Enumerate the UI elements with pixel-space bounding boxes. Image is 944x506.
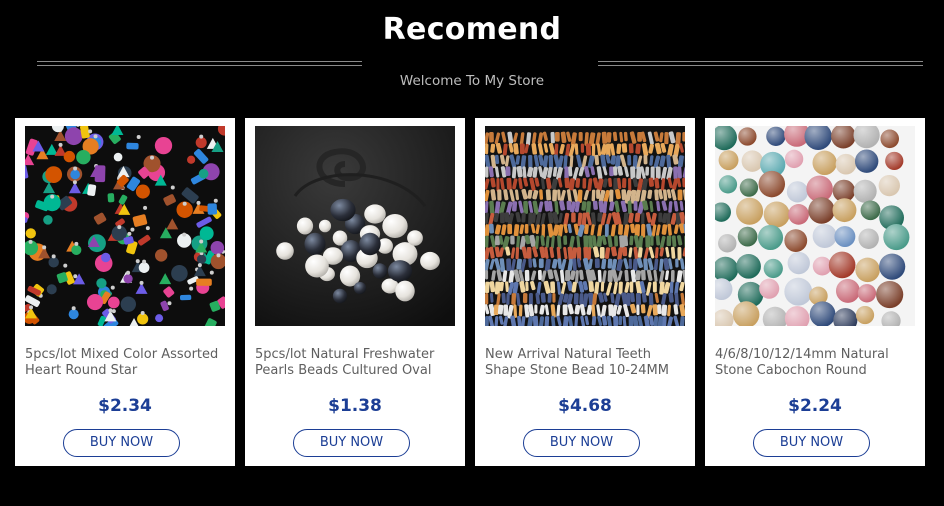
product-price: $2.24 — [788, 396, 842, 416]
product-image[interactable] — [715, 126, 915, 326]
buy-now-button[interactable]: BUY NOW — [293, 429, 410, 457]
freshwater-pearls-image — [255, 126, 455, 326]
section-subtitle: Welcome To My Store — [399, 73, 545, 89]
recommend-header: Recomend Welcome To My Store — [0, 0, 944, 110]
mixed-stone-pendants-image — [25, 126, 225, 326]
product-name[interactable]: 5pcs/lot Mixed Color Assorted Heart Roun… — [25, 347, 230, 381]
product-card: 4/6/8/10/12/14mm Natural Stone Cabochon … — [705, 118, 925, 466]
product-image[interactable] — [485, 126, 685, 326]
product-image[interactable] — [255, 126, 455, 326]
product-card: 5pcs/lot Natural Freshwater Pearls Beads… — [245, 118, 465, 466]
product-image[interactable] — [25, 126, 225, 326]
buy-now-button[interactable]: BUY NOW — [753, 429, 870, 457]
product-price: $1.38 — [328, 396, 382, 416]
product-price: $2.34 — [98, 396, 152, 416]
divider-right — [598, 61, 923, 66]
stone-cabochons-image — [715, 126, 915, 326]
buy-now-button[interactable]: BUY NOW — [523, 429, 640, 457]
product-card: 5pcs/lot Mixed Color Assorted Heart Roun… — [15, 118, 235, 466]
product-price: $4.68 — [558, 396, 612, 416]
section-title: Recomend — [382, 12, 562, 47]
product-name[interactable]: New Arrival Natural Teeth Shape Stone Be… — [485, 347, 690, 381]
product-card: New Arrival Natural Teeth Shape Stone Be… — [475, 118, 695, 466]
product-name[interactable]: 4/6/8/10/12/14mm Natural Stone Cabochon … — [715, 347, 920, 381]
buy-now-button[interactable]: BUY NOW — [63, 429, 180, 457]
product-name[interactable]: 5pcs/lot Natural Freshwater Pearls Beads… — [255, 347, 460, 381]
stone-bead-strands-image — [485, 126, 685, 326]
divider-left — [37, 61, 362, 66]
